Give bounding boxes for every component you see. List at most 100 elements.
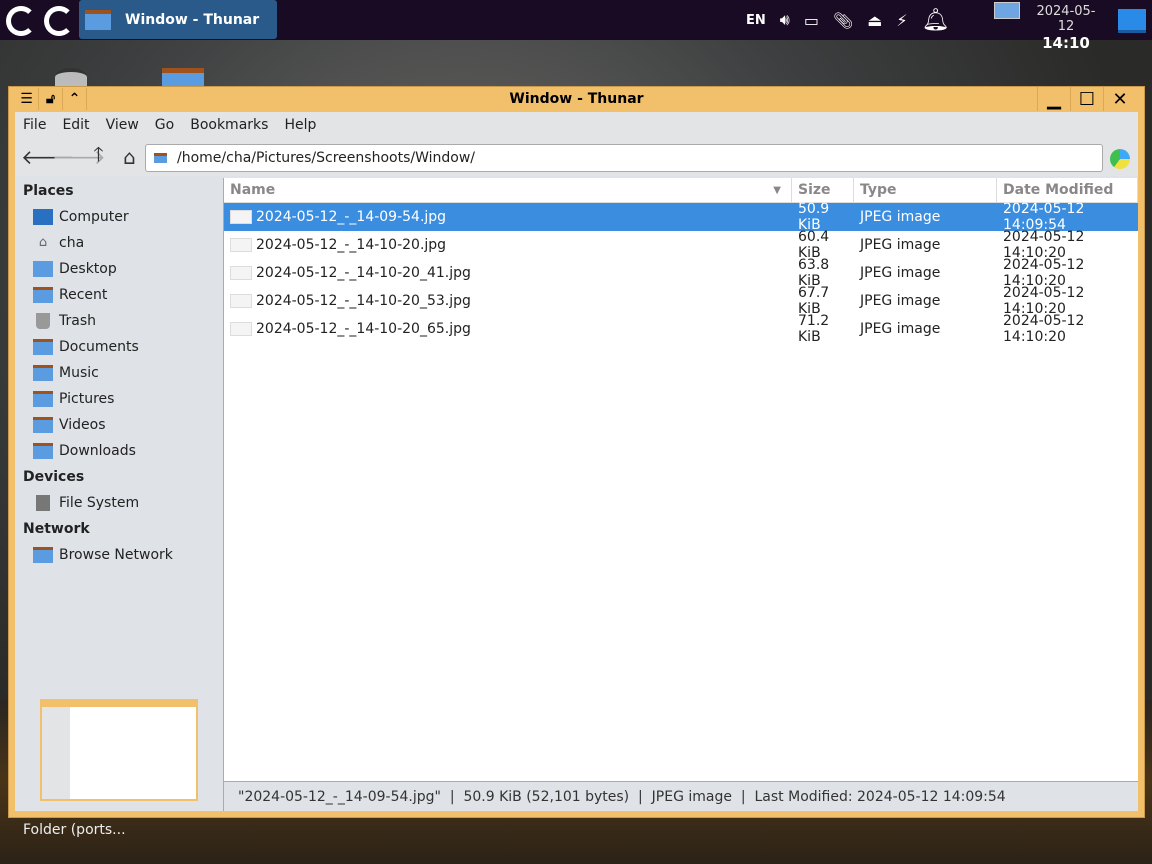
sidebar-item-videos[interactable]: Videos: [15, 412, 223, 438]
menu-bookmarks[interactable]: Bookmarks: [182, 117, 276, 133]
sidebar-item-label: Browse Network: [59, 547, 173, 563]
app-menu-icon[interactable]: [6, 6, 36, 36]
status-bar: "2024-05-12_-_14-09-54.jpg" | 50.9 KiB (…: [223, 781, 1138, 811]
sidebar-item-label: Desktop: [59, 261, 117, 277]
clock-date: 2024-05-12: [1036, 4, 1096, 34]
volume-icon[interactable]: 🔊︎: [780, 10, 790, 30]
file-row[interactable]: 2024-05-12_-_14-10-20_53.jpg 67.7 KiB JPEG…: [224, 285, 1138, 317]
sidebar-item-label: Computer: [59, 209, 129, 225]
music-icon: [33, 365, 53, 381]
column-header-date[interactable]: Date Modified: [997, 178, 1138, 202]
sidebar-item-computer[interactable]: Computer: [15, 204, 223, 230]
window-menu-icon[interactable]: ☰: [15, 88, 39, 110]
sidebar-item-recent[interactable]: Recent: [15, 282, 223, 308]
column-header-type[interactable]: Type: [854, 178, 997, 202]
clock[interactable]: 2024-05-12 14:10: [1030, 4, 1102, 52]
videos-icon: [33, 417, 53, 433]
menu-help[interactable]: Help: [276, 117, 324, 133]
sidebar-item-cha[interactable]: ⌂ cha: [15, 230, 223, 256]
sidebar-item-pictures[interactable]: Pictures: [15, 386, 223, 412]
window-title: Window - Thunar: [509, 91, 644, 107]
show-desktop-icon[interactable]: [1118, 9, 1146, 33]
clipboard-icon[interactable]: 📎︎: [833, 11, 853, 30]
recent-icon: [33, 287, 53, 303]
file-type: JPEG image: [860, 265, 941, 281]
sidebar-item-downloads[interactable]: Downloads: [15, 438, 223, 464]
image-thumbnail-icon: [230, 294, 252, 308]
file-type: JPEG image: [860, 293, 941, 309]
battery-icon[interactable]: ⚡: [896, 11, 907, 30]
sidebar-item-label: Pictures: [59, 391, 115, 407]
column-header-size[interactable]: Size: [792, 178, 854, 202]
file-list: Name ▼ Size Type Date Modified 2024-05-12…: [223, 178, 1138, 781]
sidebar-item-file-system[interactable]: File System: [15, 490, 223, 516]
app-menu-icon-2[interactable]: [44, 6, 74, 36]
menu-bar: File Edit View Go Bookmarks Help: [15, 112, 1138, 138]
home-icon[interactable]: ⌂: [114, 145, 145, 169]
menu-go[interactable]: Go: [147, 117, 182, 133]
network-icon[interactable]: ▭: [804, 11, 819, 30]
file-name: 2024-05-12_-_14-09-54.jpg: [256, 209, 447, 225]
sidebar-item-label: Videos: [59, 417, 106, 433]
eject-icon[interactable]: ⏏: [867, 11, 882, 30]
workspace-switcher[interactable]: [994, 2, 1020, 19]
sidebar-item-documents[interactable]: Documents: [15, 334, 223, 360]
notification-bell-icon[interactable]: 🔔︎: [922, 8, 950, 33]
column-header-name[interactable]: Name ▼: [224, 178, 792, 202]
sidebar-item-desktop[interactable]: Desktop: [15, 256, 223, 282]
image-thumbnail-icon: [230, 238, 252, 252]
sidebar-item-label: Music: [59, 365, 99, 381]
up-icon[interactable]: 🡑: [83, 140, 114, 174]
sidebar-item-label: Recent: [59, 287, 108, 303]
folder-desktop-icon[interactable]: [162, 68, 204, 86]
sidebar-item-browse-network[interactable]: Browse Network: [15, 542, 223, 568]
sidebar-item-trash[interactable]: Trash: [15, 308, 223, 334]
column-label: Name: [230, 182, 276, 198]
file-size: 71.2 KiB: [798, 313, 830, 345]
thunar-window: ☰ 🔓︎ ⌃ Window - Thunar ▁ ☐ ✕ File Edit V…: [8, 86, 1145, 818]
shade-icon[interactable]: ⌃: [63, 88, 87, 110]
desktop-item-label[interactable]: Folder (ports...: [23, 822, 126, 838]
folder-icon: [154, 153, 167, 163]
file-name: 2024-05-12_-_14-10-20.jpg: [256, 237, 447, 253]
sidebar-item-label: cha: [59, 235, 85, 251]
file-type: JPEG image: [860, 237, 941, 253]
sidebar-item-music[interactable]: Music: [15, 360, 223, 386]
path-text: /home/cha/Pictures/Screenshoots/Window/: [177, 150, 475, 166]
forward-icon[interactable]: 🡒: [52, 145, 106, 169]
minimize-button[interactable]: ▁: [1037, 87, 1070, 111]
image-thumbnail-icon: [230, 210, 252, 224]
network-status-icon[interactable]: [1110, 149, 1130, 169]
close-button[interactable]: ✕: [1103, 87, 1136, 111]
clock-time: 14:10: [1042, 34, 1090, 52]
home-icon: ⌂: [38, 235, 48, 250]
desktop-icon: [33, 261, 53, 277]
file-name: 2024-05-12_-_14-10-20_41.jpg: [256, 265, 471, 281]
keyboard-layout[interactable]: EN: [746, 13, 766, 28]
file-row[interactable]: 2024-05-12_-_14-10-20_65.jpg 71.2 KiB JPEG…: [224, 313, 1138, 345]
menu-edit[interactable]: Edit: [54, 117, 97, 133]
sidebar-item-label: Downloads: [59, 443, 136, 459]
file-row[interactable]: 2024-05-12_-_14-10-20.jpg 60.4 KiB JPEG im…: [224, 229, 1138, 261]
drive-icon: [36, 495, 50, 511]
sidebar-item-label: File System: [59, 495, 140, 511]
folder-icon: [85, 9, 111, 30]
sidebar: Places Computer ⌂ cha Desktop Recent Trash Doc…: [15, 178, 223, 811]
network-folder-icon: [33, 547, 53, 563]
image-thumbnail-icon: [230, 266, 252, 280]
back-icon[interactable]: 🡐: [21, 145, 75, 169]
file-row[interactable]: 2024-05-12_-_14-09-54.jpg 50.9 KiB JPEG im…: [224, 201, 1138, 233]
taskbar-button-thunar[interactable]: Window - Thunar: [79, 0, 277, 39]
menu-view[interactable]: View: [98, 117, 147, 133]
trash-desktop-icon[interactable]: [55, 68, 87, 86]
file-row[interactable]: 2024-05-12_-_14-10-20_41.jpg 63.8 KiB JPEG…: [224, 257, 1138, 289]
menu-file[interactable]: File: [15, 117, 54, 133]
image-preview: [40, 699, 198, 801]
network-header: Network: [23, 521, 90, 537]
maximize-button[interactable]: ☐: [1070, 87, 1103, 111]
image-thumbnail-icon: [230, 322, 252, 336]
unlock-icon[interactable]: 🔓︎: [39, 88, 63, 110]
location-bar[interactable]: /home/cha/Pictures/Screenshoots/Window/: [145, 144, 1103, 172]
file-type: JPEG image: [860, 209, 941, 225]
top-panel: Window - Thunar EN 🔊︎ ▭ 📎︎ ⏏ ⚡ 🔔︎ 2024-0…: [0, 0, 1152, 52]
